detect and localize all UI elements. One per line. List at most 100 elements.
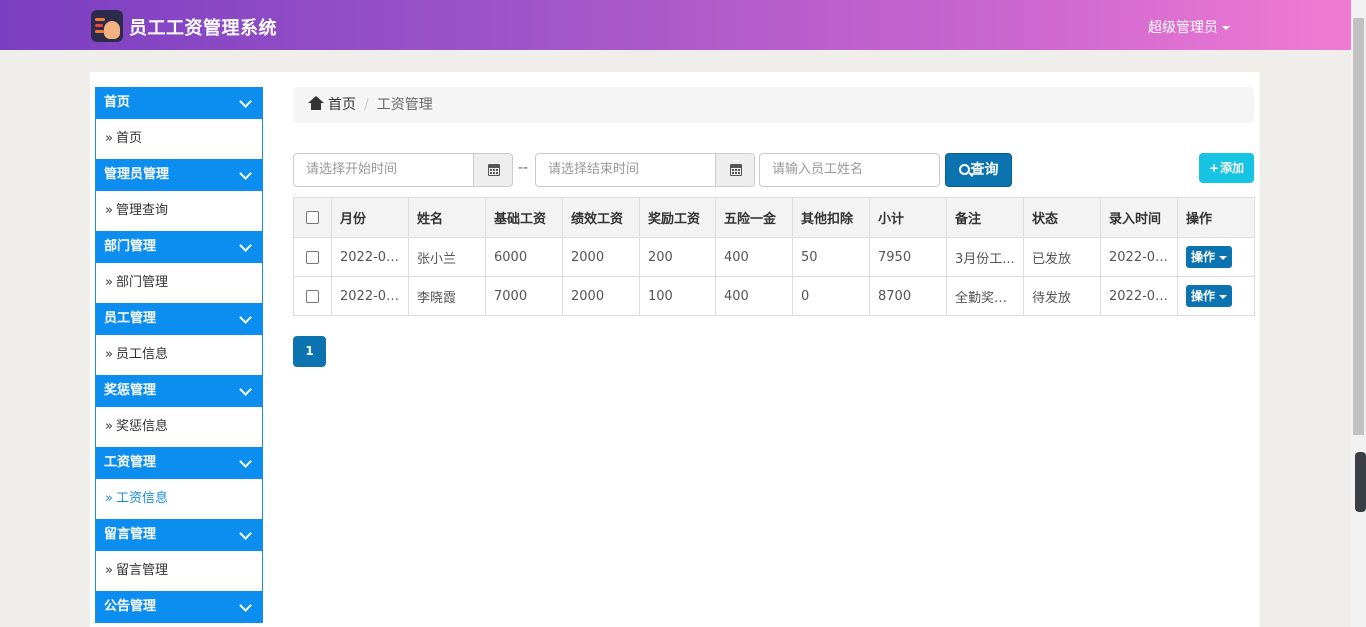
end-date-input[interactable]: 请选择结束时间 bbox=[536, 154, 716, 186]
start-date-calendar-button[interactable] bbox=[473, 154, 512, 186]
cell-performance: 2000 bbox=[562, 237, 640, 277]
cell-month: 2022-03... bbox=[331, 237, 409, 277]
caret-down-icon bbox=[1219, 294, 1228, 299]
column-header: 绩效工资 bbox=[562, 197, 640, 238]
sidebar-group-header[interactable]: 员工管理 bbox=[96, 303, 262, 335]
sidebar-group-salary: 工资管理 » 工资信息 bbox=[95, 447, 263, 519]
sidebar-group-notice: 公告管理 bbox=[95, 591, 263, 623]
cell-name: 张小兰 bbox=[408, 237, 486, 277]
sidebar-item-department[interactable]: » 部门管理 bbox=[96, 263, 262, 303]
table-header-row: 月份 姓名 基础工资 绩效工资 奖励工资 五险一金 其他扣除 小计 备注 状态 … bbox=[293, 197, 1255, 238]
sidebar-group-header[interactable]: 管理员管理 bbox=[96, 159, 262, 191]
sidebar-group-employee: 员工管理 » 员工信息 bbox=[95, 303, 263, 375]
add-button[interactable]: +添加 bbox=[1199, 153, 1254, 183]
app-title: 员工工资管理系统 bbox=[129, 18, 277, 39]
calendar-icon bbox=[488, 164, 500, 176]
column-header: 五险一金 bbox=[715, 197, 793, 238]
caret-down-icon bbox=[1219, 255, 1228, 260]
user-menu[interactable]: 超级管理员 bbox=[1148, 17, 1230, 37]
sidebar-group-header[interactable]: 首页 bbox=[96, 87, 262, 119]
column-header: 备注 bbox=[946, 197, 1024, 238]
search-icon bbox=[958, 164, 970, 175]
cell-entry-time: 2022-04... bbox=[1100, 237, 1178, 277]
column-header: 小计 bbox=[869, 197, 947, 238]
sidebar-item-message[interactable]: » 留言管理 bbox=[96, 551, 262, 591]
sidebar-group-header[interactable]: 奖惩管理 bbox=[96, 375, 262, 407]
cell-action: 操作 bbox=[1177, 276, 1255, 316]
chevron-down-icon bbox=[239, 527, 252, 540]
sidebar-group-admin: 管理员管理 » 管理查询 bbox=[95, 159, 263, 231]
user-name: 超级管理员 bbox=[1148, 20, 1218, 36]
cell-performance: 2000 bbox=[562, 276, 640, 316]
cell-entry-time: 2022-04... bbox=[1100, 276, 1178, 316]
chevron-down-icon bbox=[239, 599, 252, 612]
breadcrumb-home[interactable]: 首页 bbox=[328, 97, 356, 113]
row-checkbox[interactable] bbox=[293, 276, 332, 316]
table-row: 2022-03... 李晓霞 7000 2000 100 400 0 8700 … bbox=[293, 276, 1255, 316]
operation-dropdown-button[interactable]: 操作 bbox=[1186, 285, 1233, 307]
calendar-icon bbox=[730, 164, 742, 176]
column-header: 基础工资 bbox=[485, 197, 563, 238]
cell-name: 李晓霞 bbox=[408, 276, 486, 316]
sidebar-group-department: 部门管理 » 部门管理 bbox=[95, 231, 263, 303]
home-icon bbox=[308, 96, 324, 110]
breadcrumb-separator: / bbox=[364, 97, 369, 113]
breadcrumb-current: 工资管理 bbox=[376, 97, 433, 113]
sidebar-item-employee-info[interactable]: » 员工信息 bbox=[96, 335, 262, 375]
cell-remark: 3月份工... bbox=[946, 237, 1024, 277]
column-header: 录入时间 bbox=[1100, 197, 1178, 238]
cell-action: 操作 bbox=[1177, 237, 1255, 277]
cell-deduction: 50 bbox=[792, 237, 870, 277]
start-date-input[interactable]: 请选择开始时间 bbox=[294, 154, 474, 186]
row-checkbox[interactable] bbox=[293, 237, 332, 277]
scrollbar-thumb[interactable] bbox=[1353, 18, 1364, 435]
vertical-scrollbar[interactable] bbox=[1351, 0, 1366, 627]
top-navbar: 员工工资管理系统 超级管理员 bbox=[0, 0, 1351, 50]
app-logo-icon bbox=[91, 10, 123, 42]
sidebar-item-reward-info[interactable]: » 奖惩信息 bbox=[96, 407, 262, 447]
chevron-down-icon bbox=[239, 95, 252, 108]
column-header: 其他扣除 bbox=[792, 197, 870, 238]
sidebar-item-admin-query[interactable]: » 管理查询 bbox=[96, 191, 262, 231]
cell-subtotal: 8700 bbox=[869, 276, 947, 316]
cell-status: 已发放 bbox=[1023, 237, 1101, 277]
sidebar-group-home: 首页 » 首页 bbox=[95, 87, 263, 159]
cell-reward: 200 bbox=[639, 237, 716, 277]
pagination-page-1[interactable]: 1 bbox=[293, 336, 326, 367]
salary-table: 月份 姓名 基础工资 绩效工资 奖励工资 五险一金 其他扣除 小计 备注 状态 … bbox=[293, 197, 1255, 316]
caret-down-icon bbox=[1222, 26, 1230, 30]
date-range-separator: -- bbox=[518, 160, 529, 176]
breadcrumb: 首页 / 工资管理 bbox=[293, 87, 1254, 123]
cell-reward: 100 bbox=[639, 276, 716, 316]
start-date-picker[interactable]: 请选择开始时间 bbox=[293, 153, 513, 187]
operation-dropdown-button[interactable]: 操作 bbox=[1186, 246, 1233, 268]
sidebar-group-header[interactable]: 工资管理 bbox=[96, 447, 262, 479]
cell-status: 待发放 bbox=[1023, 276, 1101, 316]
plus-icon: + bbox=[1208, 161, 1220, 175]
cell-month: 2022-03... bbox=[331, 276, 409, 316]
chevron-down-icon bbox=[239, 167, 252, 180]
column-header: 操作 bbox=[1177, 197, 1255, 238]
end-date-calendar-button[interactable] bbox=[715, 154, 754, 186]
side-widget-handle[interactable] bbox=[1355, 452, 1366, 512]
table-row: 2022-03... 张小兰 6000 2000 200 400 50 7950… bbox=[293, 237, 1255, 277]
chevron-down-icon bbox=[239, 455, 252, 468]
chevron-down-icon bbox=[239, 311, 252, 324]
end-date-picker[interactable]: 请选择结束时间 bbox=[535, 153, 755, 187]
sidebar-group-header[interactable]: 部门管理 bbox=[96, 231, 262, 263]
select-all-checkbox[interactable] bbox=[293, 197, 332, 238]
sidebar-group-header[interactable]: 公告管理 bbox=[96, 591, 262, 623]
cell-deduction: 0 bbox=[792, 276, 870, 316]
sidebar-item-salary-info[interactable]: » 工资信息 bbox=[96, 479, 262, 519]
cell-insurance: 400 bbox=[715, 237, 793, 277]
sidebar-item-home[interactable]: » 首页 bbox=[96, 119, 262, 159]
cell-base-salary: 6000 bbox=[485, 237, 563, 277]
cell-remark: 全勤奖励... bbox=[946, 276, 1024, 316]
sidebar-group-header[interactable]: 留言管理 bbox=[96, 519, 262, 551]
employee-name-input[interactable]: 请输入员工姓名 bbox=[759, 153, 940, 187]
cell-subtotal: 7950 bbox=[869, 237, 947, 277]
chevron-down-icon bbox=[239, 239, 252, 252]
sidebar: 首页 » 首页 管理员管理 » 管理查询 部门管理 » 部门管理 员工管理 » 员工信息… bbox=[95, 87, 263, 627]
query-button[interactable]: 查询 bbox=[945, 153, 1012, 187]
column-header: 姓名 bbox=[408, 197, 486, 238]
